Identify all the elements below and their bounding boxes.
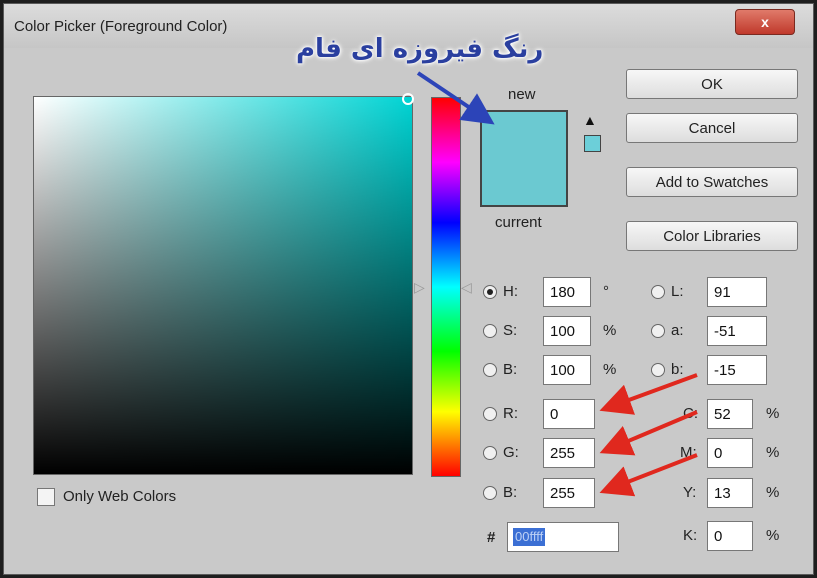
blue-arrow: [416, 71, 495, 125]
red-arrow-2: [599, 410, 698, 456]
red-arrow-3: [599, 453, 698, 497]
annotation-arrows: [416, 71, 698, 497]
red-arrow-1: [599, 373, 698, 415]
